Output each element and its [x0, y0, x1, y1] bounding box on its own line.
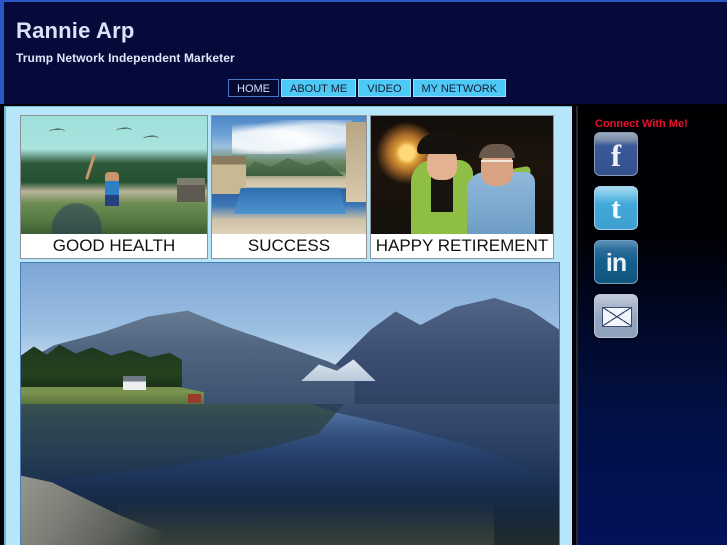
glasses-icon: [481, 160, 513, 167]
cloud-shape: [232, 120, 352, 154]
envelope-glyph: [602, 307, 632, 327]
site-tagline: Trump Network Independent Marketer: [16, 51, 235, 65]
good-health-image: [21, 116, 207, 234]
nav-item-video[interactable]: VIDEO: [358, 79, 411, 97]
white-house-shape: [123, 375, 146, 390]
main-navigation: HOME ABOUT ME VIDEO MY NETWORK: [228, 79, 507, 97]
feature-caption-success: SUCCESS: [212, 234, 366, 258]
connect-with-me-heading: Connect With Me!: [595, 118, 688, 130]
linkedin-glyph: in: [605, 249, 627, 277]
happy-retirement-image: [371, 116, 553, 234]
page-title: Rannie Arp: [16, 18, 135, 43]
raised-arm-shape: [85, 154, 96, 180]
feature-card-success[interactable]: SUCCESS: [211, 115, 367, 259]
success-image: [212, 116, 366, 234]
shed-shape: [177, 178, 205, 202]
feature-thumbnail-row: GOOD HEALTH SUCCESS HAPPY RETIREMENT: [20, 115, 554, 259]
man-hair-shape: [479, 144, 515, 158]
hero-photo-fjord[interactable]: [20, 262, 560, 545]
page-root: Rannie Arp Trump Network Independent Mar…: [0, 0, 727, 545]
social-links-list: f t in: [594, 132, 638, 348]
seagull-icon: [142, 135, 155, 141]
sidebar: Connect With Me! f t in: [576, 106, 727, 545]
wall-shape: [346, 122, 366, 202]
facebook-glyph: f: [610, 138, 622, 173]
content-area: GOOD HEALTH SUCCESS HAPPY RETIREMENT: [4, 106, 572, 545]
nav-item-home[interactable]: HOME: [228, 79, 279, 97]
nav-item-about-me[interactable]: ABOUT ME: [281, 79, 357, 97]
pool-shape: [234, 188, 346, 214]
mountain-shape: [240, 157, 344, 176]
feature-card-happy-retirement[interactable]: HAPPY RETIREMENT: [370, 115, 554, 259]
feature-caption-happy-retirement: HAPPY RETIREMENT: [371, 234, 553, 258]
hat-shape: [417, 134, 471, 154]
feature-caption-good-health: GOOD HEALTH: [21, 234, 207, 258]
feature-card-good-health[interactable]: GOOD HEALTH: [20, 115, 208, 259]
nav-item-my-network[interactable]: MY NETWORK: [412, 79, 507, 97]
seagull-icon: [48, 128, 61, 134]
red-house-shape: [187, 394, 201, 403]
facebook-icon[interactable]: f: [594, 132, 638, 176]
email-icon[interactable]: [594, 294, 638, 338]
linkedin-icon[interactable]: in: [594, 240, 638, 284]
twitter-glyph: t: [611, 192, 621, 225]
person-shape: [105, 172, 119, 206]
seagull-icon: [115, 127, 128, 133]
twitter-icon[interactable]: t: [594, 186, 638, 230]
